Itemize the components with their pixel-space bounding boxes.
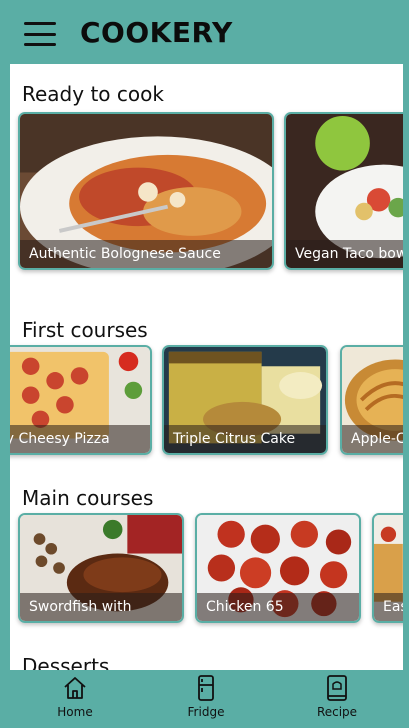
- recipe-card-swordfish[interactable]: Swordfish with: [18, 513, 184, 623]
- menu-icon[interactable]: [24, 22, 56, 46]
- recipe-card-label: Authentic Bolognese Sauce: [20, 240, 272, 268]
- recipe-card-main-3[interactable]: Easy: [372, 513, 403, 623]
- section-title-main-courses: Main courses: [22, 486, 154, 510]
- app-header: COOKERY: [0, 0, 409, 62]
- recipe-card-label: Apple-Cinnamon Tart: [342, 425, 403, 453]
- nav-home[interactable]: Home: [35, 674, 115, 726]
- recipe-card-chicken-65[interactable]: Chicken 65: [195, 513, 361, 623]
- nav-recipe[interactable]: Recipe: [297, 674, 377, 726]
- nav-fridge[interactable]: Fridge: [166, 674, 246, 726]
- nav-home-label: Home: [57, 705, 93, 719]
- recipe-card-apple-tart[interactable]: Apple-Cinnamon Tart: [340, 345, 403, 455]
- recipe-card-bolognese[interactable]: Authentic Bolognese Sauce: [18, 112, 274, 270]
- recipe-feed[interactable]: Ready to cook Authentic Bolognese Sauce …: [10, 64, 403, 670]
- bottom-navigation: Home Fridge Recipe: [0, 670, 409, 728]
- recipe-card-label: Easy: [374, 593, 403, 621]
- nav-recipe-label: Recipe: [316, 705, 358, 719]
- recipe-card-label: Swordfish with: [20, 593, 182, 621]
- recipe-card-cheesy-pizza[interactable]: Easy Cheesy Pizza: [10, 345, 152, 455]
- fridge-icon: [198, 675, 214, 701]
- recipe-card-label: Easy Cheesy Pizza: [10, 425, 150, 453]
- recipe-card-citrus-cake[interactable]: Triple Citrus Cake: [162, 345, 328, 455]
- nav-fridge-label: Fridge: [187, 705, 225, 719]
- recipe-card-label: Vegan Taco bowls: [286, 240, 403, 268]
- recipe-book-icon: [327, 675, 347, 701]
- recipe-card-label: Triple Citrus Cake: [164, 425, 326, 453]
- app-title: COOKERY: [80, 16, 233, 49]
- recipe-card-vegan-taco[interactable]: Vegan Taco bowls: [284, 112, 403, 270]
- recipe-card-label: Chicken 65: [197, 593, 359, 621]
- home-icon: [64, 677, 86, 699]
- section-title-first-courses: First courses: [22, 318, 148, 342]
- section-title-desserts: Desserts: [22, 654, 110, 670]
- section-title-ready-to-cook: Ready to cook: [22, 82, 164, 106]
